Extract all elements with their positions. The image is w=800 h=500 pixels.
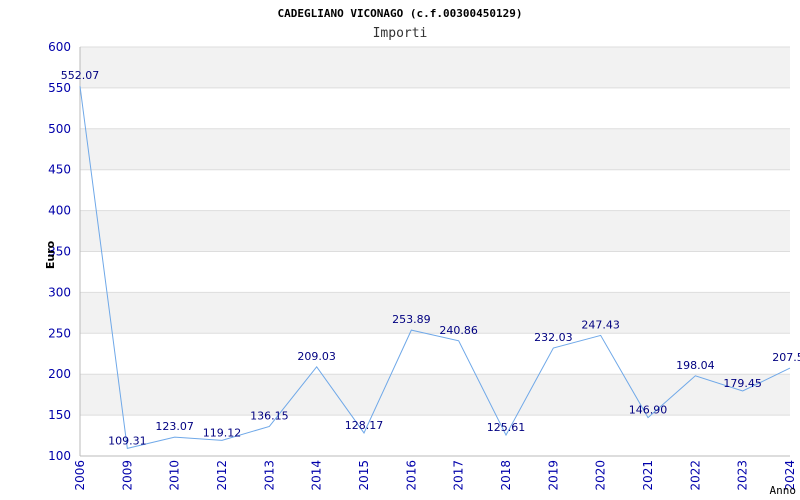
data-label: 552.07 <box>61 69 100 82</box>
x-tick-label: 2012 <box>215 460 229 491</box>
x-axis-ticks: 2006 2009 2010 2012 2013 2014 2015 2016 2017 2018… <box>73 460 797 491</box>
y-axis-label: Euro <box>44 240 57 269</box>
data-label: 209.03 <box>297 350 336 363</box>
data-label: 146.90 <box>629 404 668 417</box>
chart-title: CADEGLIANO VICONAGO (c.f.00300450129) <box>277 7 522 20</box>
grid-band <box>80 128 790 170</box>
x-tick-label: 2022 <box>688 460 702 491</box>
data-label: 240.86 <box>439 324 478 337</box>
grid-band <box>80 210 790 252</box>
data-label: 136.15 <box>250 409 289 422</box>
x-axis-label: Anno <box>770 484 797 497</box>
data-label: 179.45 <box>723 377 762 390</box>
y-tick-label: 550 <box>48 81 71 95</box>
data-label: 247.43 <box>581 318 620 331</box>
x-tick-label: 2021 <box>641 460 655 491</box>
x-tick-label: 2016 <box>404 460 418 491</box>
y-tick-label: 300 <box>48 285 71 299</box>
x-tick-label: 2006 <box>73 460 87 491</box>
data-label: 253.89 <box>392 313 431 326</box>
y-tick-label: 150 <box>48 408 71 422</box>
x-tick-label: 2014 <box>310 460 324 491</box>
x-tick-label: 2015 <box>357 460 371 491</box>
data-label: 198.04 <box>676 359 715 372</box>
y-tick-label: 600 <box>48 40 71 54</box>
x-tick-label: 2020 <box>594 460 608 491</box>
line-chart: CADEGLIANO VICONAGO (c.f.00300450129) Im… <box>44 7 800 497</box>
data-label: 128.17 <box>345 419 384 432</box>
data-label: 125.61 <box>487 421 526 434</box>
x-tick-label: 2023 <box>736 460 750 491</box>
x-tick-label: 2013 <box>262 460 276 491</box>
data-label: 123.07 <box>155 420 194 433</box>
grid-band <box>80 374 790 416</box>
grid-band <box>80 47 790 88</box>
y-tick-label: 100 <box>48 449 71 463</box>
y-tick-label: 250 <box>48 326 71 340</box>
x-tick-label: 2017 <box>452 460 466 491</box>
x-tick-label: 2009 <box>120 460 134 491</box>
x-tick-label: 2019 <box>546 460 560 491</box>
x-tick-label: 2010 <box>168 460 182 491</box>
y-tick-label: 400 <box>48 204 71 218</box>
y-tick-label: 200 <box>48 367 71 381</box>
chart-subtitle: Importi <box>373 26 428 41</box>
data-label: 119.12 <box>203 426 242 439</box>
data-label: 207.5 <box>772 351 800 364</box>
data-label: 232.03 <box>534 331 573 344</box>
y-tick-label: 500 <box>48 122 71 136</box>
y-tick-label: 450 <box>48 163 71 177</box>
x-tick-label: 2018 <box>499 460 513 491</box>
grid-band <box>80 292 790 334</box>
data-label: 109.31 <box>108 434 147 447</box>
